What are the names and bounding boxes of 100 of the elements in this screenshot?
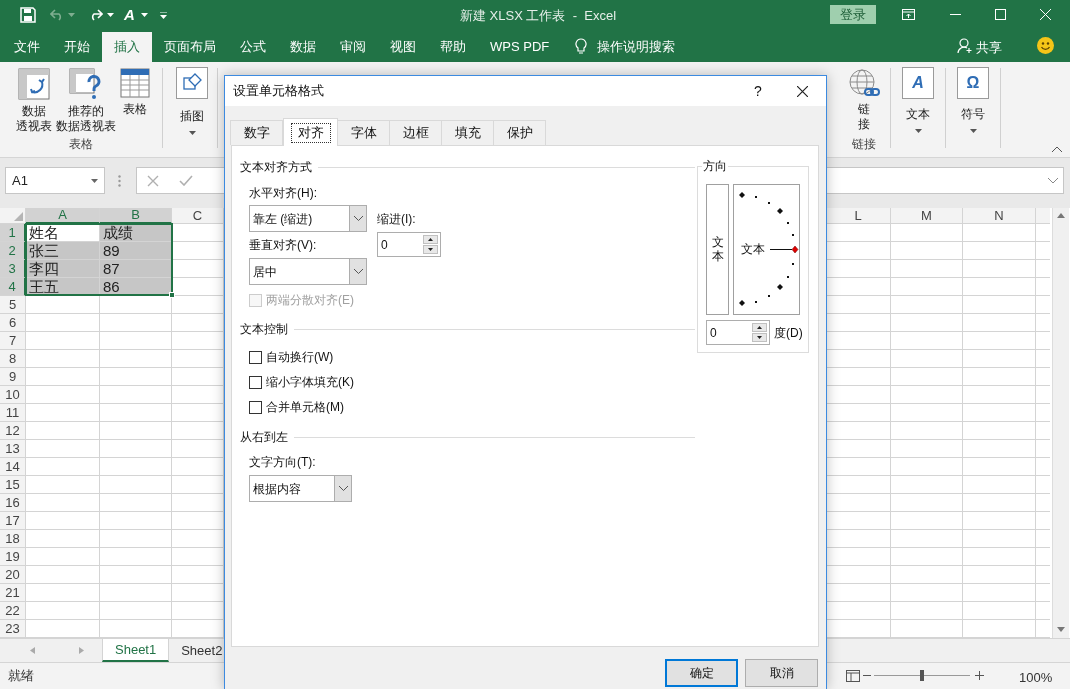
caret-icon[interactable] [140, 13, 148, 17]
row-header[interactable]: 19 [0, 548, 26, 566]
vertical-align-dropdown[interactable]: 居中 [249, 258, 367, 285]
text-direction-dropdown[interactable]: 根据内容 [249, 475, 352, 502]
column-header[interactable]: A [26, 208, 100, 224]
smiley-icon[interactable] [1037, 37, 1054, 54]
help-button[interactable]: ? [753, 81, 763, 99]
checkbox[interactable] [249, 375, 262, 389]
chevron-down-icon[interactable] [353, 216, 363, 221]
spin-up-icon[interactable] [428, 238, 433, 241]
row-header[interactable]: 12 [0, 422, 26, 440]
vertical-scrollbar[interactable] [1052, 208, 1069, 638]
ribbon-button[interactable]: 推荐的 数据透视表 [56, 68, 116, 134]
ribbon-tab[interactable]: 插入 [102, 32, 152, 62]
row-header[interactable]: 10 [0, 386, 26, 404]
ribbon-button[interactable]: 数据 透视表 [16, 68, 52, 134]
page-layout-icon[interactable] [846, 670, 860, 682]
spin-up-icon[interactable] [757, 326, 762, 329]
row-header[interactable]: 2 [0, 242, 26, 260]
checkbox[interactable] [249, 350, 262, 364]
redo-icon[interactable] [89, 9, 103, 21]
row-header[interactable]: 7 [0, 332, 26, 350]
row-header[interactable]: 8 [0, 350, 26, 368]
dialog-button[interactable]: 确定 [665, 659, 738, 687]
column-header[interactable]: C [172, 208, 224, 224]
zoom-level[interactable]: 100% [1019, 668, 1053, 688]
row-header[interactable]: 23 [0, 620, 26, 638]
row-header[interactable]: 14 [0, 458, 26, 476]
row-header[interactable]: 3 [0, 260, 26, 278]
spin-down-icon[interactable] [428, 248, 433, 251]
row-header[interactable]: 11 [0, 404, 26, 422]
touch-mode-glyph[interactable]: A [124, 3, 135, 27]
symbol-button[interactable]: Ω 符号 [946, 67, 1000, 157]
ribbon-tab[interactable]: WPS PDF [478, 32, 562, 62]
column-header[interactable]: L [826, 208, 891, 224]
chevron-down-icon[interactable] [353, 269, 363, 274]
row-header[interactable]: 16 [0, 494, 26, 512]
row-header[interactable]: 17 [0, 512, 26, 530]
dialog-tab[interactable]: 保护 [493, 120, 546, 145]
caret-icon[interactable] [107, 13, 114, 17]
row-header[interactable]: 9 [0, 368, 26, 386]
sheet-tab[interactable]: Sheet1 [102, 639, 170, 662]
dialog-tab[interactable]: 对齐 [283, 118, 338, 146]
caret-icon[interactable] [969, 129, 977, 133]
ribbon-tab[interactable]: 数据 [278, 32, 328, 62]
spin-field[interactable]: 0 [377, 232, 441, 257]
zoom-in-icon[interactable] [975, 671, 984, 680]
caret-icon[interactable] [188, 131, 196, 135]
row-header[interactable]: 15 [0, 476, 26, 494]
illustrations-button[interactable]: 插图 [175, 67, 209, 157]
horizontal-align-dropdown[interactable]: 靠左 (缩进) [249, 205, 367, 232]
share-button[interactable]: 共享 [976, 38, 1002, 58]
ribbon-tab[interactable]: 开始 [52, 32, 102, 62]
ribbon-tab[interactable]: 帮助 [428, 32, 478, 62]
scroll-down-icon[interactable] [1057, 627, 1065, 632]
fill-handle[interactable] [169, 292, 175, 298]
row-header[interactable]: 13 [0, 440, 26, 458]
caret-icon[interactable] [914, 129, 922, 133]
ribbon-display-icon[interactable] [902, 9, 915, 20]
row-header[interactable]: 18 [0, 530, 26, 548]
login-button[interactable]: 登录 [830, 5, 876, 24]
ribbon-tab[interactable]: 审阅 [328, 32, 378, 62]
row-header[interactable]: 4 [0, 278, 26, 296]
column-header[interactable]: B [100, 208, 172, 224]
row-header[interactable]: 20 [0, 566, 26, 584]
ribbon-button[interactable]: 表格 [120, 68, 150, 117]
spin-field[interactable]: 0 [706, 320, 770, 345]
vertical-text-option[interactable]: 文本 [706, 184, 729, 315]
row-header[interactable]: 1 [0, 224, 26, 242]
save-icon[interactable] [20, 7, 36, 23]
name-box[interactable]: A1 [5, 167, 105, 194]
row-header[interactable]: 6 [0, 314, 26, 332]
customize-icon[interactable] [159, 11, 167, 19]
scroll-up-icon[interactable] [1057, 213, 1065, 218]
dialog-tab[interactable]: 数字 [230, 120, 283, 145]
maximize-icon[interactable] [995, 9, 1006, 20]
dialog-button[interactable]: 取消 [745, 659, 818, 687]
caret-icon[interactable] [91, 178, 98, 183]
chevron-down-icon[interactable] [338, 486, 348, 491]
column-header[interactable]: N [963, 208, 1036, 224]
ribbon-tab[interactable]: 页面布局 [152, 32, 228, 62]
expand-icon[interactable] [1048, 177, 1058, 184]
link-button[interactable]: 链 接 [848, 69, 880, 132]
close-icon[interactable] [797, 86, 808, 97]
text-button[interactable]: A 文本 [891, 67, 945, 157]
ribbon-tab[interactable]: 文件 [2, 32, 52, 62]
row-header[interactable]: 22 [0, 602, 26, 620]
ribbon-tab[interactable]: 公式 [228, 32, 278, 62]
share-person-icon[interactable] [957, 38, 973, 54]
column-header[interactable]: M [891, 208, 963, 224]
table-cell [891, 386, 963, 404]
collapse-ribbon-icon[interactable] [1052, 146, 1062, 152]
ribbon-tab[interactable]: 视图 [378, 32, 428, 62]
spin-down-icon[interactable] [757, 336, 762, 339]
zoom-slider[interactable] [872, 670, 972, 681]
row-header[interactable]: 5 [0, 296, 26, 314]
row-header[interactable]: 21 [0, 584, 26, 602]
checkbox[interactable] [249, 400, 262, 414]
tell-me-search[interactable]: 操作说明搜索 [597, 32, 676, 62]
zoom-thumb[interactable] [920, 670, 924, 681]
